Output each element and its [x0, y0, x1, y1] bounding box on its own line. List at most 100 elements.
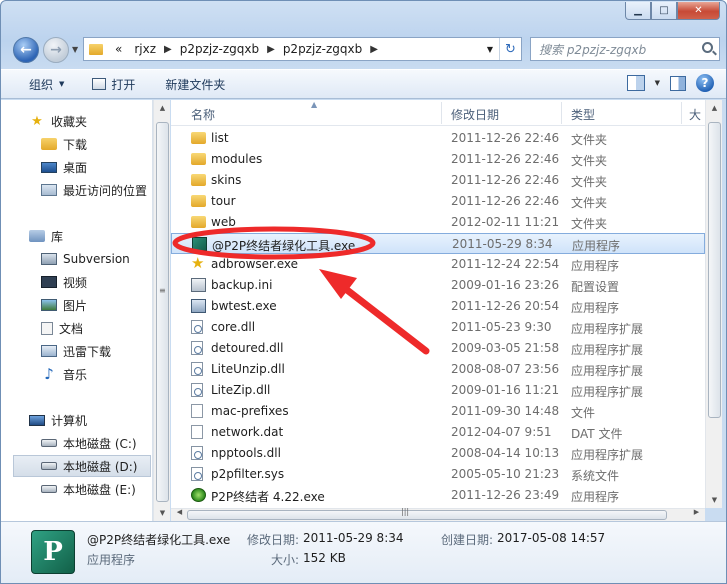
- folder-icon: [191, 132, 206, 144]
- breadcrumb-rjxz[interactable]: rjxz: [128, 38, 162, 60]
- p2p-app-icon: [192, 237, 207, 251]
- nav-drive-d[interactable]: 本地磁盘 (D:): [13, 455, 151, 477]
- search-icon[interactable]: [702, 42, 713, 53]
- file-row-liteunzip-dll[interactable]: LiteUnzip.dll 2008-08-07 23:56 应用程序扩展: [171, 359, 705, 380]
- column-name[interactable]: 名称: [191, 106, 215, 123]
- picture-icon: [41, 299, 57, 311]
- system-file-icon: [191, 467, 203, 481]
- file-row-tour[interactable]: tour 2011-12-26 22:46 文件夹: [171, 191, 705, 212]
- star-icon: ★: [191, 254, 205, 272]
- navigation-pane-scrollbar[interactable]: ▲ ≡ ▼: [153, 100, 170, 521]
- drive-icon: [41, 485, 57, 493]
- file-row-backup-ini[interactable]: backup.ini 2009-01-16 23:26 配置设置: [171, 275, 705, 296]
- file-row-p2p-terminator-exe[interactable]: P2P终结者 4.22.exe 2011-12-26 23:49 应用程序: [171, 485, 705, 506]
- back-button[interactable]: ←: [13, 37, 39, 63]
- details-modified-value: 2011-05-29 8:34: [303, 531, 404, 545]
- dll-file-icon: [191, 341, 203, 355]
- organize-button[interactable]: 组织 ▼: [1, 70, 74, 98]
- scroll-right-icon[interactable]: ▶: [688, 508, 705, 516]
- chevron-right-icon[interactable]: ▶: [368, 44, 380, 55]
- forward-button[interactable]: →: [43, 37, 69, 63]
- search-box[interactable]: 搜索 p2pzjz-zgqxb: [530, 37, 720, 61]
- download-icon: [41, 345, 57, 357]
- file-row-p2pfilter-sys[interactable]: p2pfilter.sys 2005-05-10 21:23 系统文件: [171, 464, 705, 485]
- file-row-skins[interactable]: skins 2011-12-26 22:46 文件夹: [171, 170, 705, 191]
- command-bar: 组织 ▼ 打开 新建文件夹 ▼ ?: [1, 69, 726, 99]
- computer-icon: [29, 414, 45, 426]
- open-button[interactable]: 打开: [74, 70, 145, 98]
- folder-icon: [191, 153, 206, 165]
- file-row-bwtest[interactable]: bwtest.exe 2011-12-26 20:54 应用程序: [171, 296, 705, 317]
- chevron-right-icon[interactable]: ▶: [265, 44, 277, 55]
- scroll-thumb[interactable]: [187, 510, 667, 520]
- breadcrumb-current[interactable]: p2pzjz-zgqxb: [277, 38, 368, 60]
- column-headers: ▲ 名称 修改日期 类型 大: [171, 100, 705, 126]
- recent-pages-dropdown[interactable]: ▼: [72, 45, 78, 54]
- scroll-thumb[interactable]: [708, 122, 721, 418]
- file-row-network-dat[interactable]: network.dat 2012-04-07 9:51 DAT 文件: [171, 422, 705, 443]
- change-view-icon[interactable]: [626, 75, 645, 91]
- p2p-app-large-icon: P: [31, 530, 75, 574]
- navigation-row: ← → ▼ « rjxz ▶ p2pzjz-zgqxb ▶ p2pzjz-zgq…: [9, 33, 720, 65]
- subversion-icon: [41, 253, 57, 265]
- dll-file-icon: [191, 362, 203, 376]
- scroll-down-icon[interactable]: ▼: [154, 509, 171, 517]
- help-icon[interactable]: ?: [696, 74, 714, 92]
- scroll-up-icon[interactable]: ▲: [154, 104, 171, 112]
- details-created-label: 创建日期:: [441, 533, 494, 547]
- p2p-terminator-icon: [191, 488, 206, 502]
- column-divider[interactable]: [561, 102, 562, 124]
- dll-file-icon: [191, 320, 203, 334]
- close-button[interactable]: ✕: [677, 2, 720, 20]
- file-row-p2p-green-tool[interactable]: @P2P终结者绿化工具.exe 2011-05-29 8:34 应用程序: [171, 233, 705, 254]
- file-row-web[interactable]: web 2012-02-11 11:21 文件夹: [171, 212, 705, 233]
- explorer-window: ▁ □ ✕ ← → ▼ « rjxz ▶ p2pzjz-zgqxb ▶ p2pz…: [0, 0, 727, 584]
- file-row-adbrowser[interactable]: ★ adbrowser.exe 2011-12-24 22:54 应用程序: [171, 254, 705, 275]
- breadcrumb-parent[interactable]: p2pzjz-zgqxb: [174, 38, 265, 60]
- video-icon: [41, 276, 57, 288]
- dll-file-icon: [191, 383, 203, 397]
- folder-icon: [89, 43, 103, 55]
- file-row-litezip-dll[interactable]: LiteZip.dll 2009-01-16 11:21 应用程序扩展: [171, 380, 705, 401]
- settings-file-icon: [191, 278, 206, 292]
- maximize-button[interactable]: □: [651, 2, 677, 20]
- preview-pane-icon[interactable]: [670, 75, 686, 91]
- file-row-list[interactable]: list 2011-12-26 22:46 文件夹: [171, 128, 705, 149]
- details-created-value: 2017-05-08 14:57: [497, 531, 606, 545]
- scroll-thumb[interactable]: [156, 122, 169, 502]
- file-row-npptools-dll[interactable]: npptools.dll 2008-04-14 10:13 应用程序扩展: [171, 443, 705, 464]
- view-options-dropdown[interactable]: ▼: [655, 79, 660, 87]
- breadcrumb-overflow[interactable]: «: [109, 38, 128, 60]
- scroll-up-icon[interactable]: ▲: [706, 104, 723, 112]
- column-type[interactable]: 类型: [571, 106, 595, 123]
- new-folder-button[interactable]: 新建文件夹: [145, 70, 235, 98]
- details-size-label: 大小:: [271, 553, 300, 567]
- minimize-button[interactable]: ▁: [625, 2, 651, 20]
- column-divider[interactable]: [681, 102, 682, 124]
- file-row-core-dll[interactable]: core.dll 2011-05-23 9:30 应用程序扩展: [171, 317, 705, 338]
- open-icon: [92, 78, 107, 90]
- column-divider[interactable]: [441, 102, 442, 124]
- details-modified-label: 修改日期:: [247, 533, 300, 547]
- sort-ascending-icon: ▲: [311, 100, 318, 109]
- column-modified[interactable]: 修改日期: [451, 106, 499, 123]
- folder-icon: [191, 174, 206, 186]
- file-row-modules[interactable]: modules 2011-12-26 22:46 文件夹: [171, 149, 705, 170]
- scroll-down-icon[interactable]: ▼: [706, 496, 723, 504]
- grip-icon: ≡: [159, 286, 166, 295]
- refresh-icon[interactable]: ↻: [499, 38, 521, 60]
- chevron-right-icon[interactable]: ▶: [162, 44, 174, 55]
- file-list-vertical-scrollbar[interactable]: ▲ ▼: [705, 100, 722, 508]
- column-size[interactable]: 大: [689, 106, 701, 123]
- address-dropdown[interactable]: ▼: [481, 38, 499, 60]
- file-row-detoured-dll[interactable]: detoured.dll 2009-03-05 21:58 应用程序扩展: [171, 338, 705, 359]
- drive-icon: [41, 439, 57, 447]
- file-list-horizontal-scrollbar[interactable]: ◀ ||| ▶: [171, 507, 705, 521]
- file-row-mac-prefixes[interactable]: mac-prefixes 2011-09-30 14:48 文件: [171, 401, 705, 422]
- music-icon: ♪: [44, 365, 54, 383]
- address-bar[interactable]: « rjxz ▶ p2pzjz-zgqxb ▶ p2pzjz-zgqxb ▶ ▼…: [83, 37, 522, 61]
- document-icon: [41, 321, 53, 335]
- star-icon: ★: [31, 113, 43, 129]
- scroll-left-icon[interactable]: ◀: [171, 508, 188, 516]
- search-placeholder: 搜索 p2pzjz-zgqxb: [539, 42, 647, 57]
